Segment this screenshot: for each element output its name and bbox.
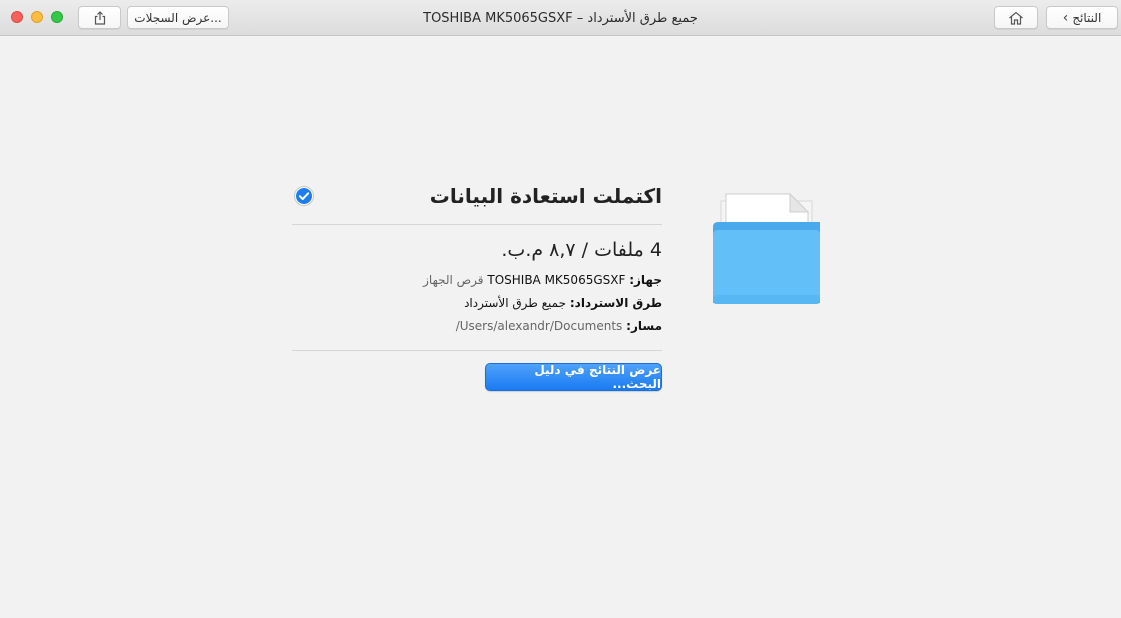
show-logs-button[interactable]: عرض السجلات... xyxy=(127,6,229,29)
home-button[interactable] xyxy=(994,6,1038,29)
method-label: طرق الاسترداد: xyxy=(569,296,662,310)
close-window-button[interactable] xyxy=(11,11,23,23)
divider xyxy=(292,224,662,225)
title-bar: عرض السجلات... جميع طرق الأسترداد – TOSH… xyxy=(0,0,1121,36)
device-value: TOSHIBA MK5065GSXF xyxy=(487,273,626,287)
share-button[interactable] xyxy=(78,6,121,29)
back-to-results-button[interactable]: النتائج › xyxy=(1046,6,1118,29)
home-icon xyxy=(1009,11,1023,25)
folder-icon xyxy=(713,192,820,304)
share-icon xyxy=(94,10,105,25)
method-value: جميع طرق الأسترداد xyxy=(464,296,567,310)
path-value: /Users/alexandr/Documents xyxy=(455,319,623,333)
divider xyxy=(292,350,662,351)
minimize-window-button[interactable] xyxy=(31,11,43,23)
device-kind: قرص الجهاز xyxy=(423,273,484,287)
back-label: النتائج xyxy=(1072,10,1102,25)
zoom-window-button[interactable] xyxy=(51,11,63,23)
path-label: مسار: xyxy=(626,319,662,333)
device-label: جهاز: xyxy=(629,273,662,287)
method-info: طرق الاسترداد: جميع طرق الأسترداد xyxy=(292,296,662,311)
recovery-result-panel: اكتملت استعادة البيانات 4 ملفات / ٨,٧ م.… xyxy=(292,178,662,391)
chevron-right-icon: › xyxy=(1062,9,1069,26)
files-summary: 4 ملفات / ٨,٧ م.ب. xyxy=(501,239,662,261)
completion-heading: اكتملت استعادة البيانات xyxy=(429,184,662,208)
show-results-in-finder-button[interactable]: عرض النتائج في دليل البحث... xyxy=(485,363,662,391)
checkmark-icon xyxy=(294,186,314,206)
device-info: جهاز: TOSHIBA MK5065GSXF قرص الجهاز xyxy=(292,273,662,288)
path-info: مسار: /Users/alexandr/Documents xyxy=(292,319,662,334)
